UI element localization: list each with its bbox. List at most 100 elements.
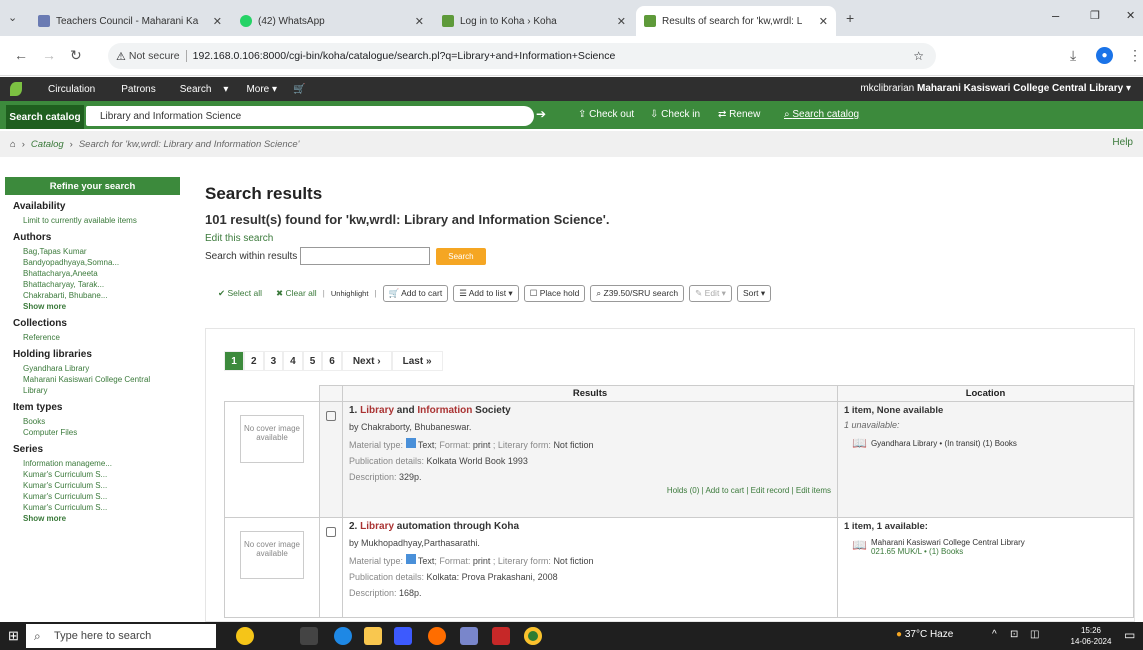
store-icon[interactable] — [394, 627, 412, 645]
next-page-link[interactable]: Next › — [341, 351, 392, 371]
home-icon[interactable]: ⌂ — [10, 139, 16, 150]
close-tab-icon[interactable]: ✕ — [415, 15, 424, 28]
user-menu[interactable]: mkclibrarian Maharani Kasiswari College … — [860, 83, 1131, 94]
forward-icon[interactable]: → — [42, 47, 56, 63]
tab-list-chevron-icon[interactable]: ⌄ — [8, 11, 17, 24]
result-author[interactable]: by Chakraborty, Bhubaneswar. — [349, 422, 831, 432]
facet-holding-item[interactable]: Maharani Kasiswari College Central Libra… — [23, 374, 153, 396]
taskbar-search[interactable]: ⌕ Type here to search — [26, 624, 216, 648]
profile-avatar[interactable]: ● — [1096, 47, 1113, 64]
tab-search-results[interactable]: Results of search for 'kw,wrdl: L ✕ — [636, 6, 836, 36]
place-hold-button[interactable]: ☐ Place hold — [523, 284, 586, 302]
facet-collection-item[interactable]: Reference — [23, 332, 180, 343]
page-5[interactable]: 5 — [302, 351, 323, 371]
download-icon[interactable]: ⤓ — [1070, 47, 1076, 64]
result-title-link[interactable]: 2. Library automation through Koha — [349, 521, 831, 532]
facet-series-item[interactable]: Kumar's Curriculum S... — [23, 480, 180, 491]
edge-icon[interactable] — [334, 627, 352, 645]
tab-teachers-council[interactable]: Teachers Council - Maharani Ka ✕ — [30, 6, 230, 36]
koha-logo-icon[interactable] — [10, 82, 22, 96]
notification-icon[interactable]: ▭ — [1124, 628, 1135, 642]
nav-more[interactable]: More ▾ — [246, 84, 277, 95]
close-tab-icon[interactable]: ✕ — [819, 15, 828, 28]
windows-start-icon[interactable]: ⊞ — [8, 628, 19, 644]
facet-series-item[interactable]: Kumar's Curriculum S... — [23, 491, 180, 502]
search-dropdown-icon[interactable]: ▾ — [223, 84, 228, 95]
page-4[interactable]: 4 — [283, 351, 303, 371]
last-page-link[interactable]: Last » — [391, 351, 443, 371]
tray-chevron-icon[interactable]: ^ — [992, 629, 997, 640]
facet-series-item[interactable]: Kumar's Curriculum S... — [23, 502, 180, 513]
chrome-icon[interactable] — [524, 627, 542, 645]
network-icon[interactable]: ⊡ — [1010, 629, 1018, 640]
nav-circulation[interactable]: Circulation — [48, 84, 95, 95]
bookmark-star-icon[interactable]: ☆ — [913, 49, 924, 63]
facet-author-item[interactable]: Bhattacharya,Aneeta — [23, 268, 180, 279]
search-within-button[interactable]: Search — [436, 247, 486, 265]
search-submit-arrow-icon[interactable]: ➔ — [536, 107, 552, 123]
unhighlight-link[interactable]: Unhighlight — [331, 289, 369, 298]
facet-series-item[interactable]: Information manageme... — [23, 458, 180, 469]
app-icon[interactable] — [492, 627, 510, 645]
app-icon[interactable] — [460, 627, 478, 645]
page-2[interactable]: 2 — [244, 351, 264, 371]
select-all-link[interactable]: ✔ Select all — [218, 288, 262, 299]
location-callnumber[interactable]: 021.65 MUK/L • (1) Books — [871, 547, 963, 556]
sort-button[interactable]: Sort ▾ — [736, 284, 772, 302]
url-field[interactable]: ⚠ Not secure 192.168.0.106:8000/cgi-bin/… — [108, 43, 936, 69]
result-author[interactable]: by Mukhopadhyay,Parthasarathi. — [349, 538, 831, 548]
facet-series-item[interactable]: Kumar's Curriculum S... — [23, 469, 180, 480]
facet-author-item[interactable]: Bag,Tapas Kumar — [23, 246, 180, 257]
file-explorer-icon[interactable] — [364, 627, 382, 645]
page-6[interactable]: 6 — [322, 351, 342, 371]
z3950-button[interactable]: ⌕ Z39.50/SRU search — [590, 284, 685, 302]
facet-author-item[interactable]: Bandyopadhyaya,Somna... — [23, 257, 180, 268]
result-checkbox[interactable] — [326, 527, 336, 537]
add-to-list-button[interactable]: ☰ Add to list ▾ — [453, 284, 519, 302]
cart-icon[interactable]: 🛒 — [293, 84, 305, 95]
renew-link[interactable]: ⇄ Renew — [718, 109, 760, 120]
facet-available-link[interactable]: Limit to currently available items — [23, 215, 180, 226]
checkin-link[interactable]: ⇩ Check in — [650, 109, 700, 120]
edit-search-link[interactable]: Edit this search — [205, 233, 1135, 244]
facet-author-item[interactable]: Bhattacharyay, Tarak... — [23, 279, 180, 290]
search-catalog-tab[interactable]: Search catalog — [6, 105, 84, 129]
catalog-search-input[interactable]: Library and Information Science — [86, 106, 534, 126]
add-to-cart-button[interactable]: 🛒 Add to cart — [382, 284, 449, 302]
page-3[interactable]: 3 — [263, 351, 284, 371]
new-tab-icon[interactable]: + — [846, 10, 854, 26]
facet-item-type-item[interactable]: Books — [23, 416, 180, 427]
help-link[interactable]: Help — [1112, 137, 1133, 148]
close-tab-icon[interactable]: ✕ — [617, 15, 626, 28]
checkout-link[interactable]: ⇪ Check out — [578, 109, 634, 120]
clear-all-link[interactable]: ✖ Clear all — [276, 288, 317, 299]
nav-search[interactable]: Search — [180, 84, 212, 95]
edit-button[interactable]: ✎ Edit ▾ — [689, 284, 732, 302]
search-catalog-link[interactable]: ⌕ Search catalog — [784, 109, 859, 120]
result-actions[interactable]: Holds (0) | Add to cart | Edit record | … — [349, 486, 831, 495]
facet-item-type-item[interactable]: Computer Files — [23, 427, 180, 438]
facet-holding-item[interactable]: Gyandhara Library — [23, 363, 180, 374]
search-within-input[interactable] — [300, 247, 431, 265]
weather-status[interactable]: ● 37°C Haze — [896, 629, 953, 640]
reload-icon[interactable]: ↻ — [70, 47, 82, 64]
weather-widget-icon[interactable] — [236, 627, 254, 645]
close-tab-icon[interactable]: ✕ — [213, 15, 222, 28]
menu-kebab-icon[interactable]: ⋮ — [1128, 47, 1142, 64]
facet-author-item[interactable]: Chakrabarti, Bhubane... — [23, 290, 180, 301]
nav-patrons[interactable]: Patrons — [121, 84, 155, 95]
firefox-icon[interactable] — [428, 627, 446, 645]
result-checkbox[interactable] — [326, 411, 336, 421]
close-window-icon[interactable]: ✕ — [1126, 9, 1135, 22]
tab-koha-login[interactable]: Log in to Koha › Koha ✕ — [434, 6, 634, 36]
tab-whatsapp[interactable]: (42) WhatsApp ✕ — [232, 6, 432, 36]
volume-icon[interactable]: ◫ — [1030, 629, 1039, 640]
authors-show-more[interactable]: Show more — [23, 301, 180, 312]
task-view-icon[interactable] — [300, 627, 318, 645]
page-1[interactable]: 1 — [224, 351, 244, 371]
breadcrumb-catalog[interactable]: Catalog — [31, 139, 64, 150]
result-title-link[interactable]: 1. Library and Information Society — [349, 405, 831, 416]
clock[interactable]: 15:26 14-06-2024 — [1066, 625, 1116, 647]
minimize-icon[interactable]: – — [1052, 8, 1059, 23]
restore-icon[interactable]: ❐ — [1090, 9, 1100, 22]
